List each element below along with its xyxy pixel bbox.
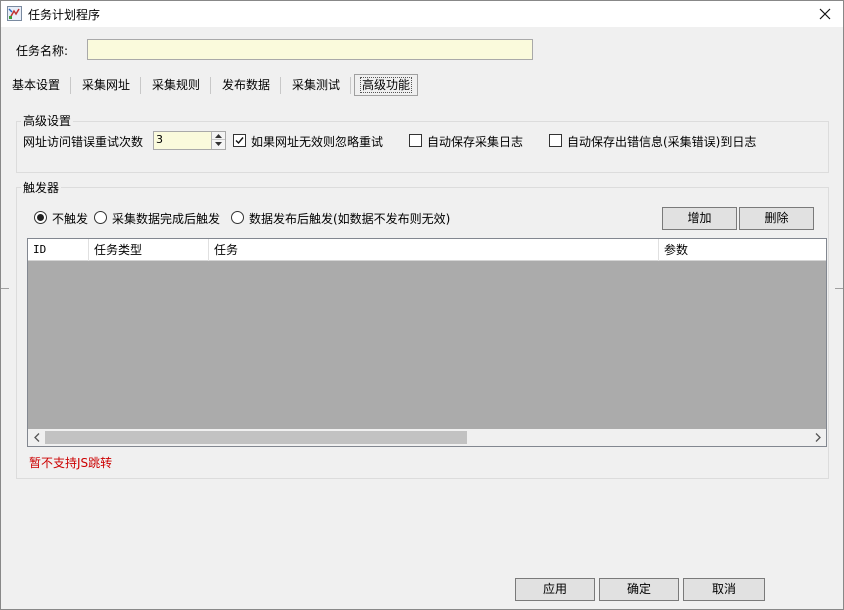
close-button[interactable] [807, 1, 843, 27]
left-edge-line [1, 288, 9, 289]
ignore-retry-label[interactable]: 如果网址无效则忽略重试 [251, 133, 383, 150]
horizontal-scrollbar[interactable] [28, 429, 826, 446]
auto-save-error-checkbox[interactable] [549, 134, 562, 147]
auto-save-log-label[interactable]: 自动保存采集日志 [427, 133, 523, 150]
spinner-buttons [211, 132, 225, 149]
tab-basic-settings[interactable]: 基本设置 [5, 74, 67, 96]
js-redirect-warning: 暂不支持JS跳转 [29, 456, 113, 470]
right-edge-line [835, 288, 843, 289]
task-name-label: 任务名称: [16, 44, 69, 58]
retry-count-label: 网址访问错误重试次数 [23, 135, 144, 149]
column-header-params[interactable]: 参数 [659, 239, 826, 261]
scroll-left-button[interactable] [28, 429, 45, 446]
auto-save-log-checkbox[interactable] [409, 134, 422, 147]
trigger-table[interactable]: ID 任务类型 任务 参数 [27, 238, 827, 447]
advanced-settings-title: 高级设置 [21, 112, 74, 129]
scroll-right-button[interactable] [809, 429, 826, 446]
trigger-title: 触发器 [21, 179, 62, 196]
task-scheduler-window: 任务计划程序 任务名称: 基本设置 采集网址 采集规则 发布数据 采集测试 高级… [0, 0, 844, 610]
chevron-right-icon [815, 433, 821, 442]
radio-selected-dot [37, 214, 44, 221]
chevron-up-icon [215, 133, 222, 138]
apply-button[interactable]: 应用 [515, 578, 595, 601]
retry-count-value: 3 [156, 133, 163, 146]
tab-collect-urls[interactable]: 采集网址 [75, 74, 137, 96]
delete-trigger-button[interactable]: 删除 [739, 207, 814, 230]
table-header: ID 任务类型 任务 参数 [28, 239, 826, 261]
title-bar: 任务计划程序 [1, 1, 843, 27]
retry-count-spinner[interactable]: 3 [153, 131, 226, 150]
trigger-after-collect-radio[interactable] [94, 211, 107, 224]
tab-divider [350, 77, 351, 94]
add-trigger-button[interactable]: 增加 [662, 207, 737, 230]
cancel-button[interactable]: 取消 [683, 578, 765, 601]
trigger-after-publish-radio[interactable] [231, 211, 244, 224]
column-header-id[interactable]: ID [28, 239, 89, 261]
trigger-after-publish-label[interactable]: 数据发布后触发(如数据不发布则无效) [249, 210, 450, 227]
spinner-down-button[interactable] [212, 140, 225, 148]
chevron-down-icon [215, 142, 222, 146]
trigger-none-label[interactable]: 不触发 [52, 210, 88, 227]
chevron-left-icon [33, 433, 39, 442]
auto-save-error-label[interactable]: 自动保存出错信息(采集错误)到日志 [567, 133, 756, 150]
tab-divider [140, 77, 141, 94]
tab-divider [70, 77, 71, 94]
tab-publish-data[interactable]: 发布数据 [215, 74, 277, 96]
tab-advanced-features-label: 高级功能 [359, 77, 412, 93]
tab-collect-rules[interactable]: 采集规则 [145, 74, 207, 96]
close-icon [819, 8, 831, 20]
column-header-task-type[interactable]: 任务类型 [89, 239, 209, 261]
tab-divider [280, 77, 281, 94]
ignore-retry-checkbox[interactable] [233, 134, 246, 147]
window-title: 任务计划程序 [28, 8, 101, 22]
tab-divider [210, 77, 211, 94]
ok-button[interactable]: 确定 [599, 578, 679, 601]
trigger-after-collect-label[interactable]: 采集数据完成后触发 [112, 210, 220, 227]
checkmark-icon [235, 137, 244, 145]
trigger-none-radio[interactable] [34, 211, 47, 224]
task-scheduler-icon [7, 6, 22, 21]
tab-collect-test[interactable]: 采集测试 [285, 74, 347, 96]
column-header-task[interactable]: 任务 [209, 239, 659, 261]
task-name-input[interactable] [87, 39, 533, 60]
tab-advanced-features[interactable]: 高级功能 [354, 74, 418, 96]
scrollbar-thumb[interactable] [45, 431, 467, 444]
spinner-up-button[interactable] [212, 132, 225, 140]
